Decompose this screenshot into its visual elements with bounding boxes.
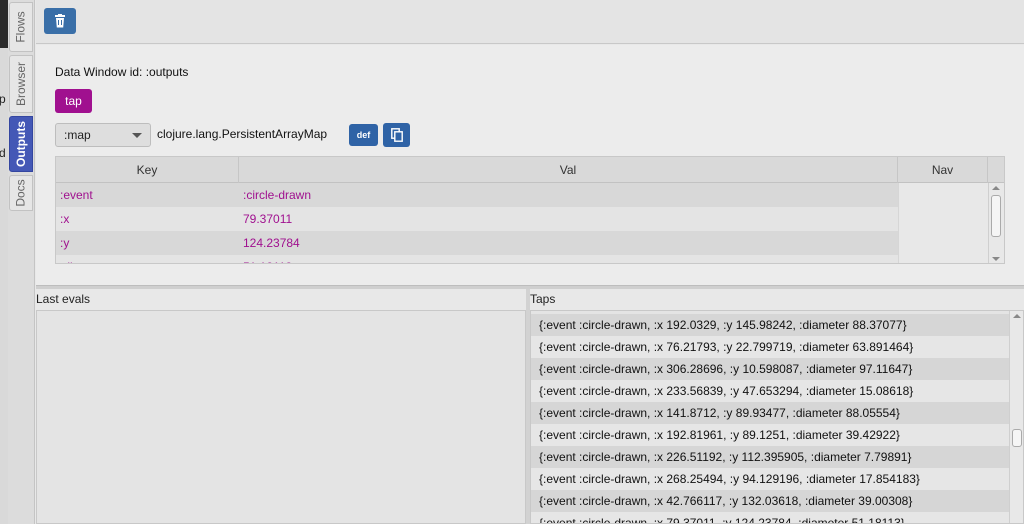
left-window-edge: p d — [0, 0, 8, 524]
row-key: :event — [60, 188, 93, 202]
edge-char: p — [0, 92, 6, 106]
dark-region — [0, 0, 8, 48]
copy-button[interactable] — [383, 123, 410, 147]
outputs-toolbar — [36, 0, 1024, 44]
taps-list[interactable]: {:event :circle-drawn, :x 192.0329, :y 1… — [530, 310, 1024, 524]
chevron-down-icon — [132, 133, 142, 138]
scroll-up-icon[interactable] — [1013, 314, 1021, 318]
row-nav[interactable] — [898, 183, 988, 207]
map-table: Key Val Nav :event :circle-drawn :x 79.3… — [55, 156, 1005, 264]
vertical-tab-bar: Flows Browser Outputs Docs — [8, 0, 35, 524]
copy-icon — [390, 128, 403, 142]
last-evals-label: Last evals — [36, 292, 91, 306]
row-key: :x — [60, 212, 70, 226]
viewer-type-value: :map — [64, 128, 91, 142]
row-nav[interactable] — [898, 255, 988, 263]
list-item[interactable]: {:event :circle-drawn, :x 42.766117, :y … — [531, 490, 1009, 512]
tab-docs[interactable]: Docs — [9, 175, 33, 211]
clear-outputs-button[interactable] — [44, 8, 76, 34]
taps-scrollbar[interactable] — [1009, 311, 1023, 523]
def-button[interactable]: def — [349, 124, 378, 146]
column-header-key[interactable]: Key — [56, 157, 239, 183]
table-row[interactable]: :event :circle-drawn — [56, 183, 988, 207]
row-val: :circle-drawn — [243, 188, 312, 202]
table-header: Key Val Nav — [56, 157, 1004, 183]
tab-browser[interactable]: Browser — [9, 55, 33, 113]
column-header-val[interactable]: Val — [239, 157, 898, 183]
table-row[interactable]: :x 79.37011 — [56, 207, 988, 231]
split-divider[interactable] — [36, 285, 1024, 289]
tap-button[interactable]: tap — [55, 89, 92, 113]
row-val: 79.37011 — [243, 212, 293, 226]
table-row[interactable]: :y 124.23784 — [56, 231, 988, 255]
table-scrollbar[interactable] — [988, 183, 1004, 263]
list-item[interactable]: {:event :circle-drawn, :x 79.37011, :y 1… — [531, 512, 1009, 523]
value-type-name: clojure.lang.PersistentArrayMap — [157, 127, 328, 141]
row-key: :diameter — [60, 255, 110, 263]
scroll-thumb[interactable] — [991, 195, 1001, 237]
taps-label: Taps — [530, 292, 556, 306]
list-item[interactable]: {:event :circle-drawn, :x 226.51192, :y … — [531, 446, 1009, 468]
list-item[interactable]: {:event :circle-drawn, :x 192.0329, :y 1… — [531, 314, 1009, 336]
table-row[interactable]: :diameter 51.18113 — [56, 255, 988, 263]
row-nav[interactable] — [898, 207, 988, 231]
viewer-type-row: :map clojure.lang.PersistentArrayMap def — [55, 123, 455, 147]
row-val: 124.23784 — [243, 236, 300, 250]
trash-icon — [55, 14, 65, 28]
list-item[interactable]: {:event :circle-drawn, :x 76.21793, :y 2… — [531, 336, 1009, 358]
scroll-down-icon[interactable] — [992, 257, 1000, 261]
row-key: :y — [60, 236, 70, 250]
data-window-title: Data Window id: :outputs — [55, 65, 189, 79]
column-header-nav[interactable]: Nav — [898, 157, 988, 183]
list-item[interactable]: {:event :circle-drawn, :x 233.56839, :y … — [531, 380, 1009, 402]
scroll-up-icon[interactable] — [992, 186, 1000, 190]
row-nav[interactable] — [898, 231, 988, 255]
last-evals-list[interactable] — [36, 310, 526, 524]
list-item[interactable]: {:event :circle-drawn, :x 141.8712, :y 8… — [531, 402, 1009, 424]
scroll-thumb[interactable] — [1012, 429, 1022, 447]
list-item[interactable]: {:event :circle-drawn, :x 192.81961, :y … — [531, 424, 1009, 446]
list-item[interactable]: {:event :circle-drawn, :x 306.28696, :y … — [531, 358, 1009, 380]
edge-char: d — [0, 146, 6, 160]
row-val: 51.18113 — [243, 255, 292, 263]
list-item[interactable]: {:event :circle-drawn, :x 268.25494, :y … — [531, 468, 1009, 490]
viewer-type-select[interactable]: :map — [55, 123, 151, 147]
tab-outputs[interactable]: Outputs — [9, 116, 33, 172]
tab-flows[interactable]: Flows — [9, 2, 33, 52]
data-window: Data Window id: :outputs tap :map clojur… — [36, 45, 1024, 285]
